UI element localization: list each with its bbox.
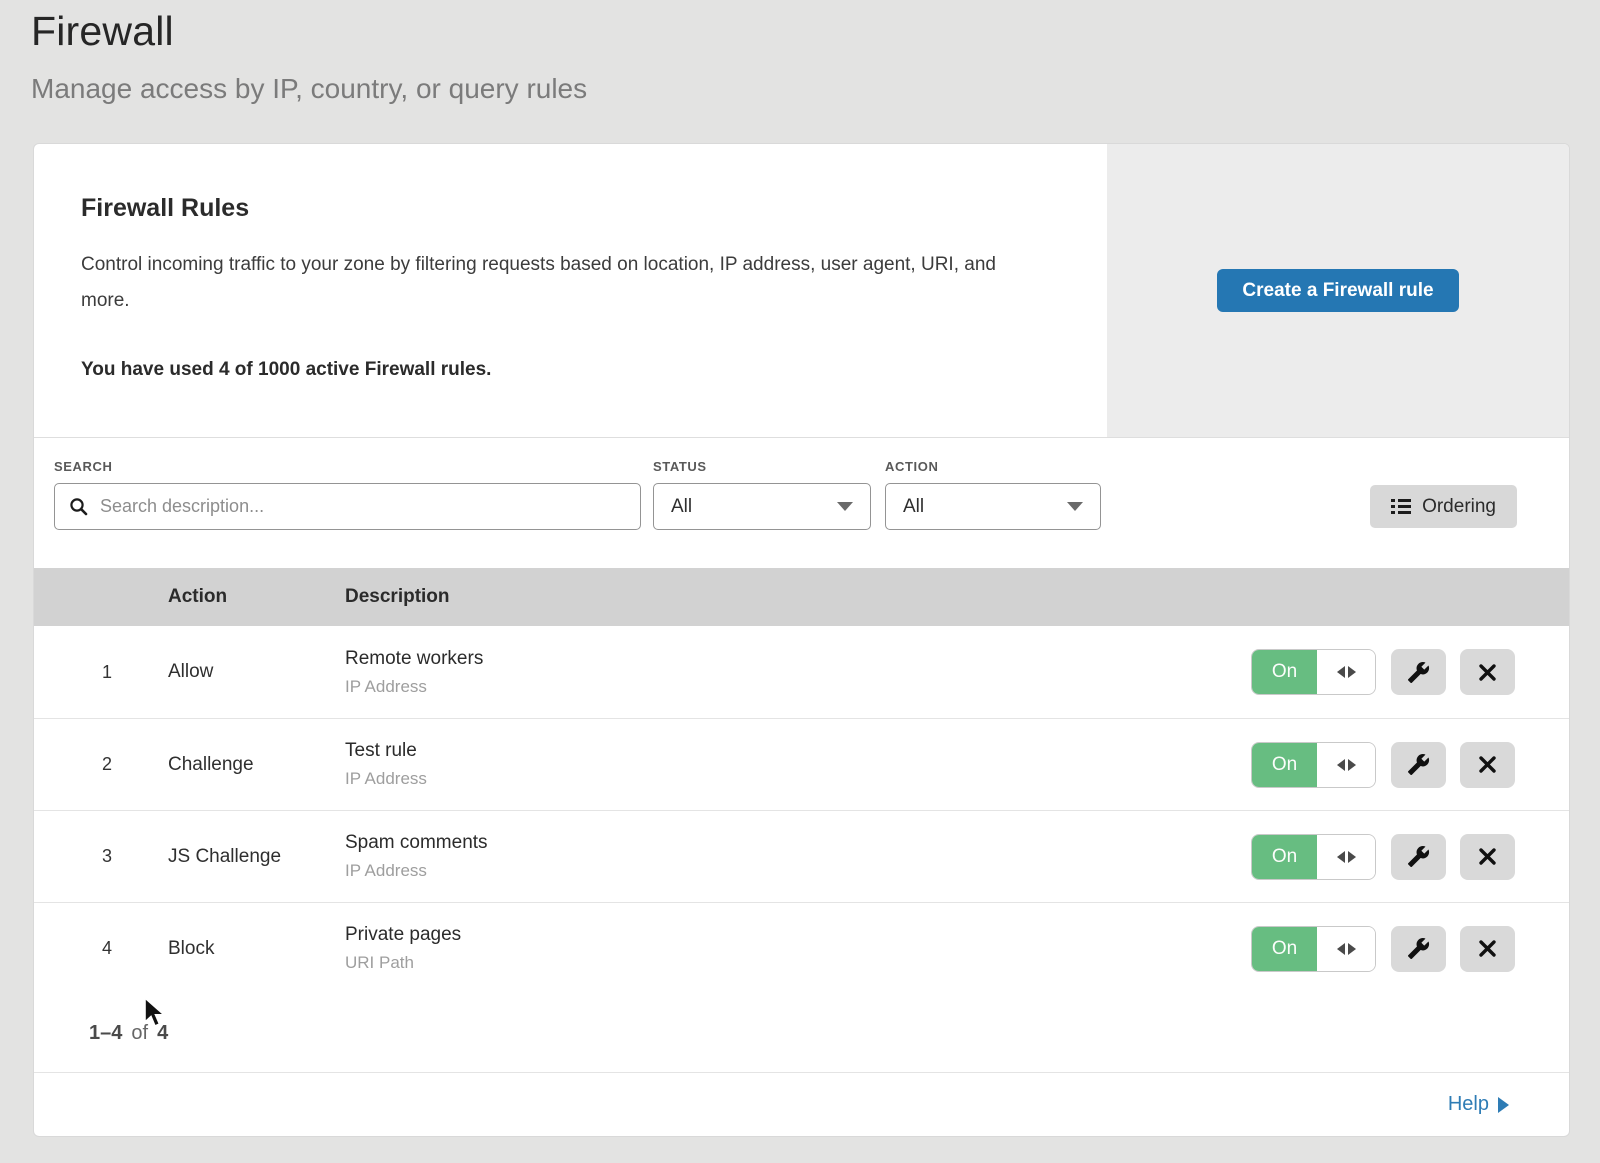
edit-rule-button[interactable] [1391,742,1446,788]
close-icon [1478,939,1497,958]
wrench-icon [1407,845,1430,868]
action-label: ACTION [885,459,1101,474]
triangle-right-icon [1498,1097,1509,1113]
rule-priority: 2 [34,754,168,775]
hero-info: Firewall Rules Control incoming traffic … [34,144,1107,437]
rule-match-type: URI Path [345,953,1251,973]
status-select[interactable]: All [653,483,871,530]
toggle-on-label: On [1252,743,1317,787]
ordering-button[interactable]: Ordering [1370,485,1517,528]
close-icon [1478,847,1497,866]
search-box[interactable] [54,483,641,530]
rule-description-cell: Private pages URI Path [345,924,1251,973]
help-link[interactable]: Help [1448,1093,1509,1116]
ordering-button-label: Ordering [1422,496,1496,518]
status-filter-group: STATUS All [653,459,871,530]
toggle-on-label: On [1252,650,1317,694]
toggle-arrows-icon [1317,743,1375,787]
rule-priority: 1 [34,662,168,683]
rule-controls: On [1251,834,1569,880]
delete-rule-button[interactable] [1460,742,1515,788]
rule-action: Allow [168,661,345,683]
rule-action: Block [168,938,345,960]
edit-rule-button[interactable] [1391,649,1446,695]
edit-rule-button[interactable] [1391,926,1446,972]
table-row: 4 Block Private pages URI Path On [34,902,1569,994]
column-description: Description [345,586,1251,608]
column-action: Action [168,586,345,608]
pagination-of: of [131,1022,148,1045]
toggle-on-label: On [1252,927,1317,971]
rule-match-type: IP Address [345,861,1251,881]
action-select[interactable]: All [885,483,1101,530]
rule-action: Challenge [168,754,345,776]
edit-rule-button[interactable] [1391,834,1446,880]
rule-controls: On [1251,649,1569,695]
wrench-icon [1407,937,1430,960]
rule-enabled-toggle[interactable]: On [1251,649,1376,695]
search-icon [69,497,88,516]
pagination-range: 1–4 [89,1022,122,1045]
toggle-arrows-icon [1317,927,1375,971]
rule-enabled-toggle[interactable]: On [1251,742,1376,788]
help-link-label: Help [1448,1093,1489,1116]
rule-description: Spam comments [345,832,1251,854]
hero-section: Firewall Rules Control incoming traffic … [34,144,1569,438]
page-subtitle: Manage access by IP, country, or query r… [31,73,1600,105]
rule-priority: 4 [34,938,168,959]
page-header: Firewall Manage access by IP, country, o… [0,0,1600,105]
rule-description-cell: Test rule IP Address [345,740,1251,789]
action-selected-value: All [903,496,924,518]
rule-enabled-toggle[interactable]: On [1251,926,1376,972]
rule-priority: 3 [34,846,168,867]
rule-description: Remote workers [345,648,1251,670]
rule-description-cell: Spam comments IP Address [345,832,1251,881]
delete-rule-button[interactable] [1460,834,1515,880]
rule-description-cell: Remote workers IP Address [345,648,1251,697]
status-selected-value: All [671,496,692,518]
usage-summary: You have used 4 of 1000 active Firewall … [81,359,1047,381]
rule-match-type: IP Address [345,769,1251,789]
action-filter-group: ACTION All [885,459,1101,530]
search-label: SEARCH [54,459,641,474]
hero-heading: Firewall Rules [81,194,1047,223]
table-row: 1 Allow Remote workers IP Address On [34,626,1569,718]
rule-match-type: IP Address [345,677,1251,697]
rule-description: Test rule [345,740,1251,762]
table-row: 3 JS Challenge Spam comments IP Address … [34,810,1569,902]
status-label: STATUS [653,459,871,474]
chevron-down-icon [1067,502,1083,511]
filter-bar: SEARCH STATUS All ACTION All [34,438,1569,568]
hero-description: Control incoming traffic to your zone by… [81,247,1041,319]
rule-description: Private pages [345,924,1251,946]
rule-action: JS Challenge [168,846,345,868]
delete-rule-button[interactable] [1460,649,1515,695]
card-footer: Help [34,1072,1569,1136]
rule-controls: On [1251,926,1569,972]
search-filter-group: SEARCH [54,459,641,530]
rule-enabled-toggle[interactable]: On [1251,834,1376,880]
firewall-rules-card: Firewall Rules Control incoming traffic … [33,143,1570,1137]
pagination-total: 4 [157,1022,168,1045]
toggle-on-label: On [1252,835,1317,879]
chevron-down-icon [837,502,853,511]
close-icon [1478,755,1497,774]
wrench-icon [1407,753,1430,776]
close-icon [1478,663,1497,682]
toggle-arrows-icon [1317,650,1375,694]
rule-controls: On [1251,742,1569,788]
create-firewall-rule-button[interactable]: Create a Firewall rule [1217,269,1458,312]
pagination: 1–4 of 4 [34,994,1569,1072]
table-row: 2 Challenge Test rule IP Address On [34,718,1569,810]
page-title: Firewall [31,6,1600,57]
toggle-arrows-icon [1317,835,1375,879]
hero-action-panel: Create a Firewall rule [1107,144,1569,437]
table-header: Action Description [34,568,1569,626]
search-input[interactable] [98,495,626,518]
ordering-list-icon [1391,499,1411,514]
delete-rule-button[interactable] [1460,926,1515,972]
wrench-icon [1407,661,1430,684]
